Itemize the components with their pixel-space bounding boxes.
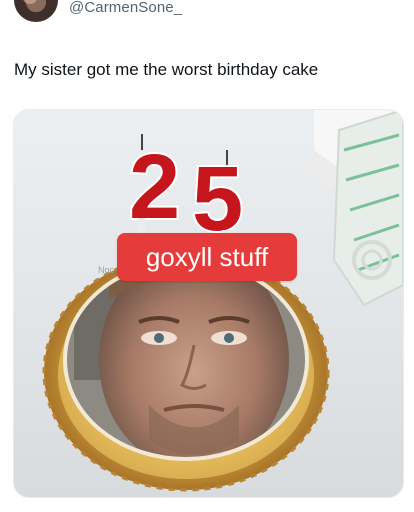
tweet-text: My sister got me the worst birthday cake xyxy=(14,60,319,79)
cake-photo: 2 5 xyxy=(42,110,403,492)
napkin-holder xyxy=(332,110,403,307)
avatar[interactable] xyxy=(14,0,58,22)
user-handle[interactable]: @CarmenSone_ xyxy=(69,0,182,16)
svg-text:2: 2 xyxy=(129,136,180,238)
tweet-header: @CarmenSone_ xyxy=(0,0,414,40)
sticker-label: goxyll stuff xyxy=(117,233,297,281)
edge-text: Noc xyxy=(98,265,115,275)
tweet-media[interactable]: 2 5 xyxy=(13,109,404,498)
